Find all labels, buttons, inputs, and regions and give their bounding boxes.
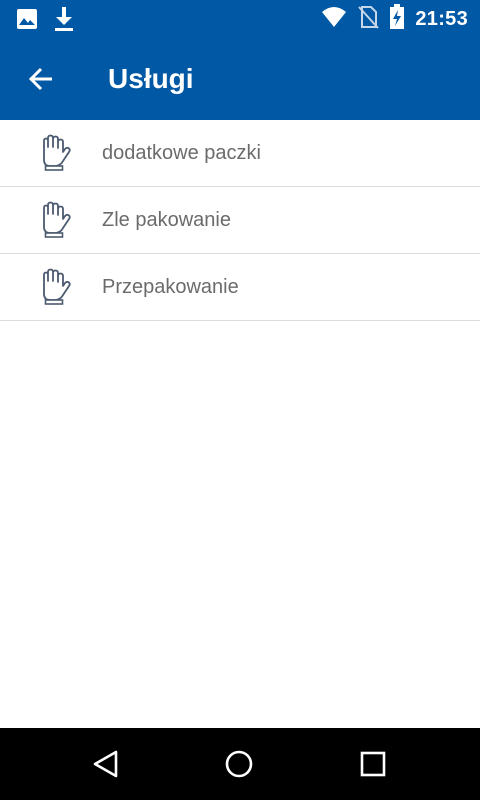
list-item-label: Zle pakowanie <box>102 208 231 231</box>
services-list: dodatkowe paczki Zle pakowanie Przepakow… <box>0 120 480 321</box>
list-item-przepakowanie[interactable]: Przepakowanie <box>0 254 480 321</box>
list-item-dodatkowe-paczki[interactable]: dodatkowe paczki <box>0 120 480 187</box>
arrow-back-icon <box>28 67 52 91</box>
battery-charging-icon <box>389 3 405 35</box>
list-item-zle-pakowanie[interactable]: Zle pakowanie <box>0 187 480 254</box>
app-bar: Usługi <box>0 38 480 120</box>
home-circle-icon <box>225 750 253 778</box>
page-title: Usługi <box>108 63 194 94</box>
wifi-icon <box>321 6 347 33</box>
list-item-label: Przepakowanie <box>102 275 239 298</box>
recents-square-icon <box>360 751 386 777</box>
download-icon <box>54 6 74 37</box>
navigation-bar <box>0 728 480 800</box>
nav-back-button[interactable] <box>90 748 122 780</box>
status-bar: 21:53 <box>0 0 480 38</box>
no-sim-icon <box>357 5 380 34</box>
image-icon <box>16 8 38 35</box>
status-time: 21:53 <box>415 7 468 30</box>
hand-icon <box>43 134 71 171</box>
nav-recents-button[interactable] <box>357 748 389 780</box>
back-triangle-icon <box>93 750 118 778</box>
hand-icon <box>43 201 71 238</box>
hand-icon <box>43 268 71 305</box>
back-button[interactable] <box>22 60 60 98</box>
list-item-label: dodatkowe paczki <box>102 141 261 164</box>
nav-home-button[interactable] <box>223 748 255 780</box>
